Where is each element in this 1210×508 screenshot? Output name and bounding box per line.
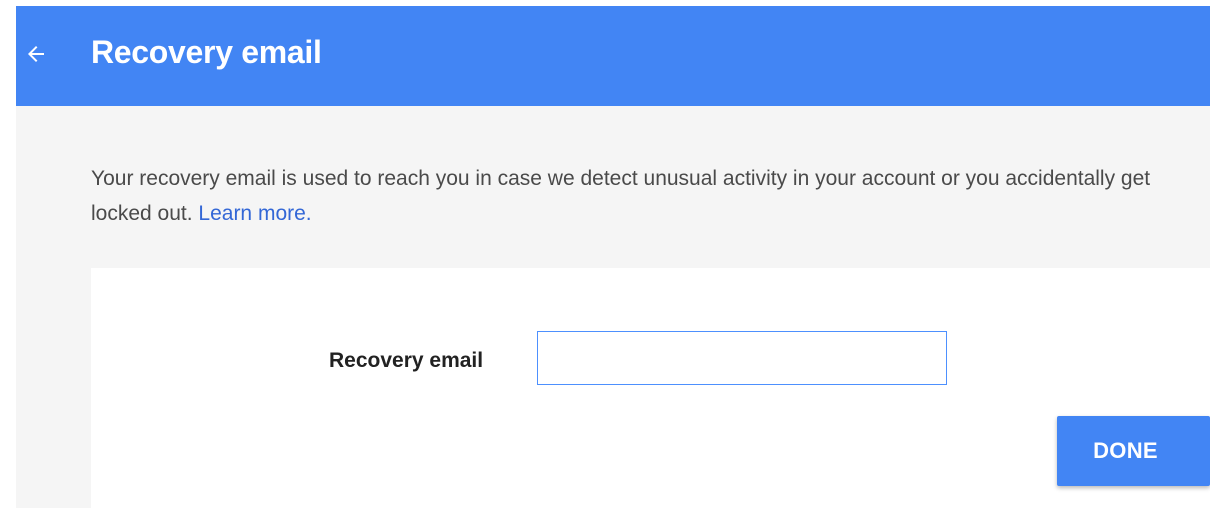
recovery-email-card: Recovery email DONE bbox=[91, 268, 1210, 508]
content-area: Your recovery email is used to reach you… bbox=[16, 106, 1210, 508]
recovery-email-label: Recovery email bbox=[329, 349, 484, 372]
back-button[interactable] bbox=[16, 34, 56, 74]
arrow-back-icon bbox=[24, 42, 48, 66]
app-header: Recovery email bbox=[16, 6, 1210, 106]
page-title: Recovery email bbox=[91, 34, 322, 70]
recovery-email-input[interactable] bbox=[537, 331, 947, 385]
learn-more-link[interactable]: Learn more. bbox=[198, 202, 311, 225]
description-text: Your recovery email is used to reach you… bbox=[91, 161, 1201, 231]
page: Recovery email Your recovery email is us… bbox=[0, 0, 1210, 508]
done-button[interactable]: DONE bbox=[1057, 416, 1210, 486]
